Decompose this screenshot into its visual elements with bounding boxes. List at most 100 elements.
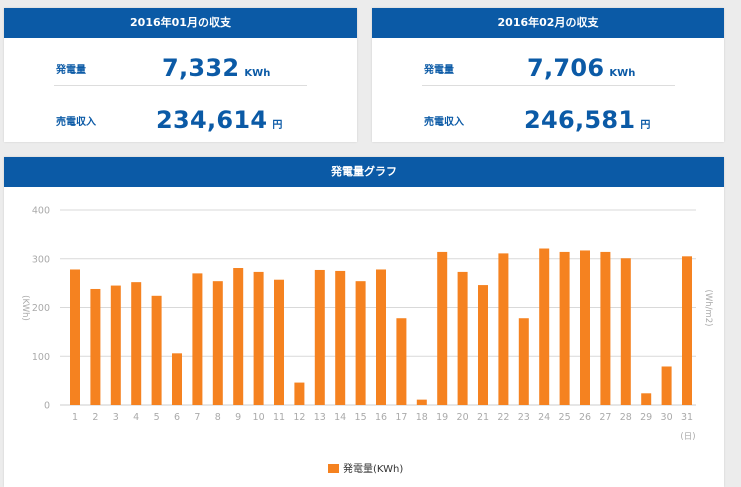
bar (539, 248, 550, 405)
bar (253, 271, 264, 405)
x-tick-label: 5 (154, 412, 160, 423)
x-tick-label: 16 (375, 412, 387, 423)
summary-card-february: 2016年02月の収支 発電量 7,706 KWh 売電収入 246,581 円 (372, 8, 724, 142)
x-tick-label: 26 (579, 412, 591, 423)
generation-unit: KWh (609, 68, 636, 79)
generation-row: 発電量 7,332 KWh (4, 48, 357, 88)
bar (518, 318, 529, 405)
x-tick-label: 18 (416, 412, 428, 423)
revenue-label: 売電収入 (56, 117, 96, 128)
summary-divider (422, 85, 675, 86)
legend-swatch (328, 464, 339, 473)
x-tick-label: 9 (235, 412, 241, 423)
bar (70, 269, 80, 405)
bar (131, 282, 142, 405)
y-tick-label: 200 (32, 303, 50, 314)
x-axis-unit: (日) (680, 432, 695, 442)
bar (314, 269, 325, 405)
y-tick-label: 0 (44, 401, 50, 412)
bar (478, 285, 488, 405)
x-tick-label: 17 (395, 412, 407, 423)
x-tick-label: 12 (293, 412, 305, 423)
bar (396, 318, 407, 405)
x-tick-label: 7 (194, 412, 200, 423)
summary-title: 2016年01月の収支 (4, 8, 357, 38)
bar (172, 353, 182, 405)
bar (355, 281, 366, 405)
bar (600, 251, 611, 405)
generation-value: 7,706 (527, 54, 605, 82)
x-tick-label: 1 (72, 412, 78, 423)
x-tick-label: 13 (314, 412, 326, 423)
x-tick-label: 30 (661, 412, 673, 423)
x-tick-label: 4 (133, 412, 139, 423)
y-tick-label: 300 (32, 254, 50, 265)
revenue-row: 売電収入 234,614 円 (4, 100, 357, 140)
legend-label: 発電量(KWh) (343, 462, 403, 475)
generation-value: 7,332 (162, 54, 240, 82)
generation-label: 発電量 (424, 65, 454, 76)
chart-title: 発電量グラフ (4, 157, 724, 187)
x-tick-label: 15 (355, 412, 367, 423)
generation-bar-chart: 01002003004001 2 3 4 5 6 7 8 9 10 11 12 13 14 15 16 17 18… (20, 206, 713, 476)
x-tick-label: 24 (538, 412, 550, 423)
y-axis-label-left: (KWh) (20, 295, 30, 321)
bar (376, 269, 386, 405)
x-tick-label: 21 (477, 412, 489, 423)
x-tick-label: 2 (92, 412, 98, 423)
revenue-unit: 円 (640, 120, 651, 131)
x-tick-label: 20 (457, 412, 469, 423)
x-tick-label: 22 (497, 412, 509, 423)
x-tick-label: 6 (174, 412, 180, 423)
y-tick-label: 400 (32, 206, 50, 217)
bar (620, 258, 631, 405)
revenue-label: 売電収入 (424, 117, 464, 128)
x-tick-label: 8 (215, 412, 221, 423)
x-tick-label: 19 (436, 412, 448, 423)
generation-label: 発電量 (56, 65, 86, 76)
generation-amount: 7,706 KWh (527, 54, 635, 82)
bar (233, 268, 244, 405)
generation-row: 発電量 7,706 KWh (372, 48, 724, 88)
generation-chart-card: 発電量グラフ 0 100 200 300 400 1 2 3 4 5 6 7 8 9 10 11 12 13 14 1… (4, 157, 724, 487)
bar (661, 366, 672, 405)
summary-title: 2016年02月の収支 (372, 8, 724, 38)
bar (416, 399, 427, 405)
revenue-row: 売電収入 246,581 円 (372, 100, 724, 140)
y-tick-label: 100 (32, 352, 50, 363)
x-tick-label: 31 (681, 412, 693, 423)
bar (498, 253, 509, 405)
x-tick-label: 29 (640, 412, 652, 423)
revenue-amount: 234,614 円 (156, 106, 282, 134)
bar (437, 251, 448, 405)
x-tick-label: 23 (518, 412, 530, 423)
bar (559, 251, 570, 405)
summary-divider (54, 85, 307, 86)
revenue-unit: 円 (272, 120, 283, 131)
bar (641, 393, 652, 405)
x-tick-label: 27 (599, 412, 611, 423)
bar (580, 250, 590, 405)
revenue-value: 234,614 (156, 106, 268, 134)
bar (274, 279, 284, 405)
revenue-amount: 246,581 円 (524, 106, 650, 134)
bar (682, 256, 692, 405)
x-tick-label: 28 (620, 412, 632, 423)
generation-amount: 7,332 KWh (162, 54, 270, 82)
bar (212, 281, 223, 405)
bar (192, 273, 203, 405)
bar (151, 295, 162, 405)
bar (294, 382, 305, 405)
x-tick-label: 11 (273, 412, 285, 423)
x-tick-label: 14 (334, 412, 346, 423)
bar (335, 270, 346, 405)
generation-unit: KWh (244, 68, 271, 79)
revenue-value: 246,581 (524, 106, 636, 134)
x-tick-label: 3 (113, 412, 119, 423)
bar (90, 288, 101, 405)
bar (110, 285, 121, 405)
bar (457, 271, 468, 405)
y-axis-label-right: (Wh/m2) (703, 290, 713, 327)
x-tick-label: 25 (559, 412, 571, 423)
summary-card-january: 2016年01月の収支 発電量 7,332 KWh 売電収入 234,614 円 (4, 8, 357, 142)
